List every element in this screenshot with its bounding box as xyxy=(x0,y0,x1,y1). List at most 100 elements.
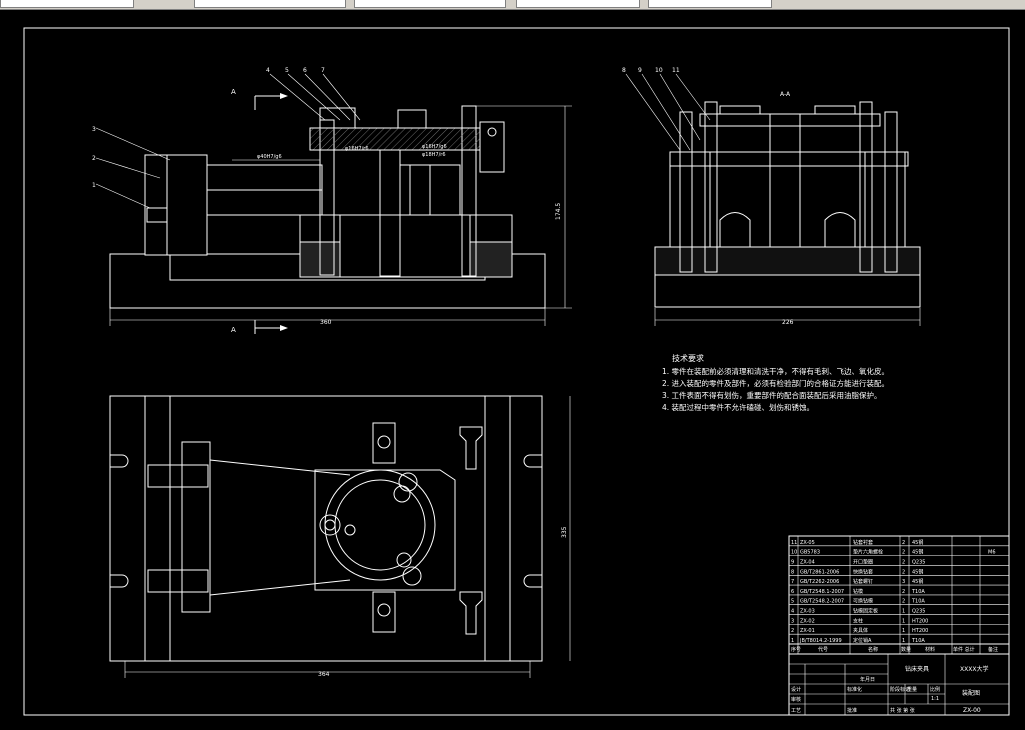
bom-cell-code: GB5783 xyxy=(800,550,820,556)
bom-cell-mat: HT200 xyxy=(912,628,928,634)
section-label-aa: A-A xyxy=(780,91,791,98)
bom-cell-qty: 1 xyxy=(902,609,905,615)
bom-cell-no: 3 xyxy=(791,618,794,624)
bom-cell-code: GB/T2548.1-2007 xyxy=(800,589,844,595)
top-view xyxy=(109,395,571,678)
bom-header-code: 代号 xyxy=(818,646,828,653)
bom-cell-no: 5 xyxy=(791,599,794,605)
bom-cell-code: ZX-02 xyxy=(800,618,815,624)
title-process: 工艺 xyxy=(791,708,801,714)
bom-cell-qty: 1 xyxy=(902,638,905,644)
title-sheet: 共 张 第 张 xyxy=(890,707,915,714)
bom-cell-mat: T10A xyxy=(911,638,925,644)
side-view xyxy=(625,73,921,326)
tech-requirement-3: 3. 工件表面不得有划伤，重要部件的配合面装配后采用油脂保护。 xyxy=(662,390,882,400)
bom-cell-qty: 2 xyxy=(902,569,905,575)
title-std: 标准化 xyxy=(847,686,862,693)
bom-cell-qty: 2 xyxy=(902,559,905,565)
bom-cell-mat: Q235 xyxy=(912,609,925,615)
fit-label-3: φ18H7/r6 xyxy=(422,152,446,158)
bom-header-name: 名称 xyxy=(868,646,878,653)
bom-cell-qty: 1 xyxy=(902,618,905,624)
title-scale: 1:1 xyxy=(931,696,939,702)
bom-cell-name: 钻套衬套 xyxy=(853,539,873,546)
bom-header-no: 序号 xyxy=(791,646,801,653)
tech-requirements-heading: 技术要求 xyxy=(672,353,704,363)
title-check: 审核 xyxy=(791,696,801,703)
bom-cell-mat: 45钢 xyxy=(912,539,923,546)
bom-cell-qty: 2 xyxy=(902,550,905,556)
toolbar-dropdown-3[interactable] xyxy=(354,0,506,8)
bom-cell-no: 8 xyxy=(791,569,794,575)
bom-cell-name: 可换钻模 xyxy=(853,598,873,605)
dimension-front-width: 360 xyxy=(320,319,332,326)
balloon-7: 7 xyxy=(321,67,325,74)
balloon-1: 1 xyxy=(92,182,96,189)
bom-cell-name: 垫片六角螺栓 xyxy=(853,549,883,556)
bom-cell-code: ZX-03 xyxy=(800,609,815,615)
fit-label-1: φ40H7/g6 xyxy=(257,154,282,160)
balloon-4: 4 xyxy=(266,67,270,74)
title-date: 年月日 xyxy=(860,676,875,683)
bom-cell-mat: 45钢 xyxy=(912,578,923,585)
balloon-9: 9 xyxy=(638,67,642,74)
application-toolbar xyxy=(0,0,1025,10)
bom-cell-code: GB/T2548.2-2007 xyxy=(800,599,844,605)
balloon-11: 11 xyxy=(672,67,680,74)
technical-requirements: 技术要求 1. 零件在装配前必须清理和清洗干净，不得有毛刺、飞边、氧化皮。 2.… xyxy=(662,353,889,412)
bom-cell-code: ZX-05 xyxy=(800,540,815,546)
front-view xyxy=(95,73,572,334)
title-approve: 批准 xyxy=(847,707,857,714)
bom-cell-qty: 1 xyxy=(902,628,905,634)
bom-cell-qty: 3 xyxy=(902,579,905,585)
toolbar-dropdown-5[interactable] xyxy=(648,0,772,8)
window-scrollbar[interactable] xyxy=(1018,10,1025,730)
dimension-top-width: 364 xyxy=(318,671,330,678)
balloon-3: 3 xyxy=(92,126,96,133)
toolbar-dropdown-4[interactable] xyxy=(516,0,640,8)
balloon-6: 6 xyxy=(303,67,307,74)
balloon-5: 5 xyxy=(285,67,289,74)
toolbar-dropdown-1[interactable] xyxy=(0,0,134,8)
title-drawing-no: ZX-00 xyxy=(963,707,981,714)
bom-cell-mat: 45钢 xyxy=(912,568,923,575)
bom-cell-mat: HT200 xyxy=(912,618,928,624)
bom-cell-no: 1 xyxy=(791,638,794,644)
bom-cell-name: 快换钻套 xyxy=(853,568,873,575)
bom-cell-code: ZX-01 xyxy=(800,628,815,634)
bom-cell-mat: 45钢 xyxy=(912,549,923,556)
bom-cell-name: 夹具体 xyxy=(853,627,868,634)
bom-cell-mat: T10A xyxy=(911,599,925,605)
bom-cell-no: 2 xyxy=(791,628,794,634)
bom-cell-qty: 2 xyxy=(902,540,905,546)
bom-cell-no: 4 xyxy=(791,609,794,615)
bom-cell-code: ZX-04 xyxy=(800,559,815,565)
title-block: 钻床夹具 XXXX大学 装配图 ZX-00 1:1 共 张 第 张 阶段标记 重… xyxy=(788,653,1010,716)
bom-cell-name: 定位销A xyxy=(853,637,872,644)
balloon-8: 8 xyxy=(622,67,626,74)
bom-cell-name: 开口垫圈 xyxy=(853,558,873,565)
bom-cell-no: 7 xyxy=(791,579,794,585)
bom-cell-no: 11 xyxy=(791,540,797,546)
bom-header-note: 备注 xyxy=(988,646,998,653)
title-assembly: 装配图 xyxy=(962,689,980,697)
section-label-a-bottom: A xyxy=(231,326,236,334)
balloon-2: 2 xyxy=(92,155,96,162)
title-design: 设计 xyxy=(791,686,801,693)
bom-cell-mat: T10A xyxy=(911,589,925,595)
bom-cell-name: 钻模 xyxy=(853,588,863,595)
section-label-a-top: A xyxy=(231,88,236,96)
cad-drawing-canvas[interactable]: A A 360 174.5 φ40H7/g6 φ16H7/g6 φ18H7/r6… xyxy=(0,10,1025,730)
title-company: XXXX大学 xyxy=(960,665,988,673)
title-part-name: 钻床夹具 xyxy=(905,665,929,673)
dimension-side-width: 226 xyxy=(782,319,794,326)
tech-requirement-4: 4. 装配过程中零件不允许磕碰、划伤和锈蚀。 xyxy=(662,402,814,412)
bom-cell-no: 6 xyxy=(791,589,794,595)
toolbar-dropdown-2[interactable] xyxy=(194,0,346,8)
bom-cell-code: JB/T8014.2-1999 xyxy=(799,638,842,644)
fit-label-4: φ16H7/r6 xyxy=(345,146,369,152)
dimension-top-height: 335 xyxy=(561,526,568,538)
bom-cell-mat: Q235 xyxy=(912,559,925,565)
bom-cell-name: 支柱 xyxy=(853,617,863,624)
bom-cell-name: 钻套螺钉 xyxy=(853,578,873,585)
